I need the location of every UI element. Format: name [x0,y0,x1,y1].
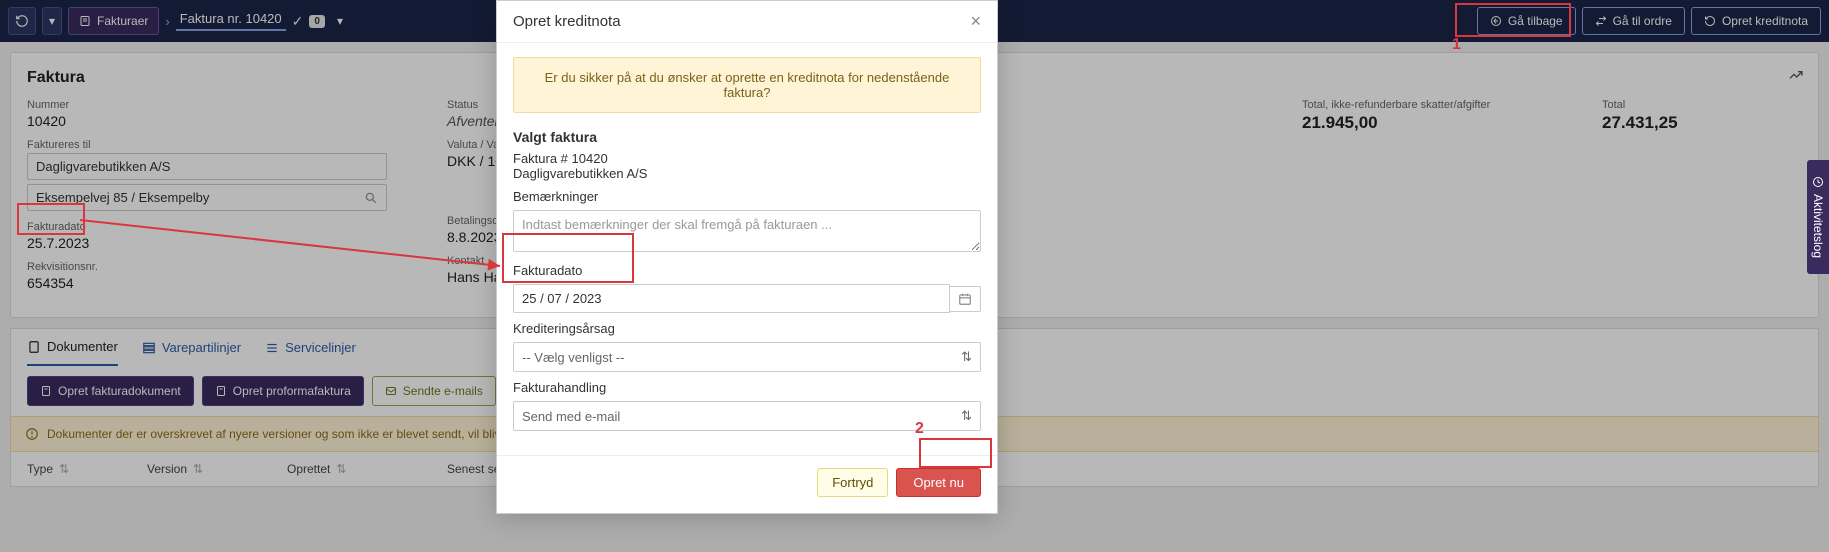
crumb-options-button[interactable]: ▾ [331,7,349,35]
confirm-alert: Er du sikker på at du ønsker at oprette … [513,57,981,113]
invoice-date-label: Fakturadato [27,221,407,233]
modal-title: Opret kreditnota [513,13,621,30]
company-field[interactable]: Dagligvarebutikken A/S [27,153,387,180]
cancel-button[interactable]: Fortryd [817,468,888,497]
create-creditnote-label: Opret kreditnota [1722,14,1808,28]
tab-varepartilinjer[interactable]: Varepartilinjer [142,329,241,366]
chevron-updown-icon: ⇅ [961,408,972,424]
breadcrumb-separator: › [165,14,169,29]
reason-label: Krediteringsårsag [513,321,981,336]
taxes-value: 21.945,00 [1302,113,1562,133]
sort-icon: ⇅ [193,462,203,476]
modal-invoice-date-label: Fakturadato [513,263,981,278]
address-field[interactable]: Eksempelvej 85 / Eksempelby [27,184,387,211]
requisition-label: Rekvisitionsnr. [27,261,407,273]
total-value: 27.431,25 [1602,113,1802,133]
go-to-order-label: Gå til ordre [1613,14,1672,28]
tab-servicelinjer[interactable]: Servicelinjer [265,329,356,366]
activity-log-tab[interactable]: Aktivitetslog [1807,160,1829,274]
th-type[interactable]: Type⇅ [27,462,147,476]
taxes-label: Total, ikke-refunderbare skatter/afgifte… [1302,99,1562,111]
total-label: Total [1602,99,1802,111]
chart-icon[interactable] [1788,67,1804,83]
remarks-label: Bemærkninger [513,189,981,204]
tab-dokumenter[interactable]: Dokumenter [27,329,118,366]
annotation-label-1: 1 [1452,36,1461,54]
go-back-label: Gå tilbage [1508,14,1563,28]
selected-invoice-label: Valgt faktura [513,129,981,145]
go-to-order-button[interactable]: Gå til ordre [1582,7,1685,35]
th-oprettet[interactable]: Oprettet⇅ [287,462,447,476]
sent-emails-button[interactable]: Sendte e-mails [372,376,496,406]
modal-invoice-date-input[interactable] [513,284,950,313]
chevron-updown-icon: ⇅ [961,349,972,365]
sort-icon: ⇅ [59,462,69,476]
create-creditnote-button[interactable]: Opret kreditnota [1691,7,1821,35]
submit-button[interactable]: Opret nu [896,468,981,497]
annotation-label-2: 2 [915,420,924,438]
invoice-date-value: 25.7.2023 [27,235,407,251]
breadcrumb-fakturaer-label: Fakturaer [97,14,148,28]
selected-company-line: Dagligvarebutikken A/S [513,166,981,181]
reason-select[interactable]: -- Vælg venligst -- ⇅ [513,342,981,372]
th-version[interactable]: Version⇅ [147,462,287,476]
breadcrumb-current[interactable]: Faktura nr. 10420 [176,11,286,31]
action-label: Fakturahandling [513,380,981,395]
badge-count: 0 [309,15,325,28]
number-label: Nummer [27,99,407,111]
calendar-icon[interactable] [950,286,981,312]
billed-to-label: Faktureres til [27,139,407,151]
close-icon[interactable]: × [970,11,981,32]
search-icon[interactable] [364,191,378,205]
history-back-button[interactable] [8,7,36,35]
sort-icon: ⇅ [336,462,346,476]
breadcrumb-fakturaer[interactable]: Fakturaer [68,7,159,35]
requisition-value: 654354 [27,275,407,291]
history-dropdown-button[interactable]: ▾ [42,7,62,35]
selected-invoice-line: Faktura # 10420 [513,151,981,166]
create-proforma-button[interactable]: Opret proformafaktura [202,376,364,406]
action-select[interactable]: Send med e-mail ⇅ [513,401,981,431]
number-value: 10420 [27,113,407,129]
go-back-button[interactable]: Gå tilbage [1477,7,1576,35]
check-icon: ✓ [292,13,304,30]
remarks-input[interactable] [513,210,981,252]
create-invoice-doc-button[interactable]: Opret fakturadokument [27,376,194,406]
